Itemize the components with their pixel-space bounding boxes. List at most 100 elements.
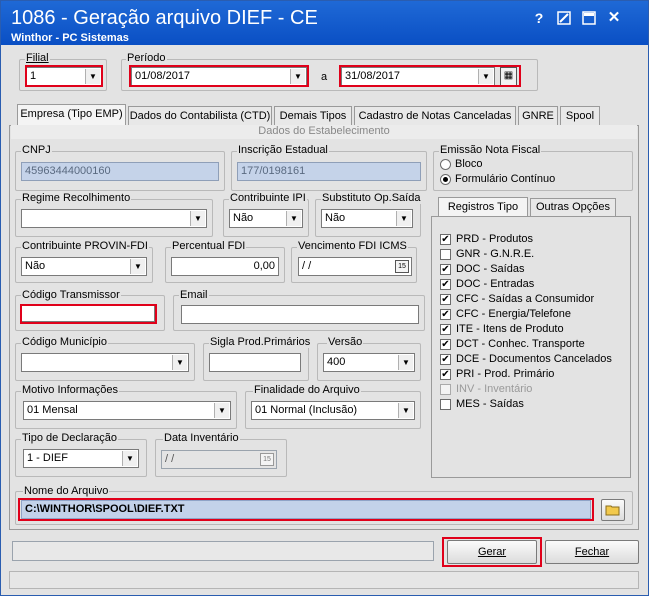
ipi-label: Contribuinte IPI <box>229 192 307 204</box>
radio-bloco[interactable] <box>440 159 451 170</box>
chevron-down-icon[interactable]: ▼ <box>286 211 301 226</box>
emissao-group <box>433 151 633 191</box>
provin-label: Contribuinte PROVIN-FDI <box>21 240 149 252</box>
chevron-down-icon[interactable]: ▼ <box>172 355 187 370</box>
email-label: Email <box>179 289 209 301</box>
fechar-button[interactable]: Fechar <box>545 540 639 564</box>
checkbox-registro[interactable]: ✔ <box>440 339 451 350</box>
substituto-select[interactable]: Não ▼ <box>321 209 413 228</box>
calendar-icon[interactable]: 15 <box>395 260 409 273</box>
window-subtitle: Winthor - PC Sistemas <box>11 32 129 44</box>
chevron-down-icon[interactable]: ▼ <box>214 403 229 418</box>
declaracao-select[interactable]: 1 - DIEF ▼ <box>23 449 139 468</box>
folder-icon[interactable] <box>601 499 625 521</box>
inscricao-label: Inscrição Estadual <box>237 144 329 156</box>
radio-bloco-label: Bloco <box>455 158 483 170</box>
checkbox-registro-label: PRD - Produtos <box>456 233 534 245</box>
checkbox-registro[interactable] <box>440 384 451 395</box>
highlight-periodo-start <box>129 65 309 87</box>
cnpj-input[interactable]: 45963444000160 <box>21 162 219 181</box>
municipio-select[interactable]: ▼ <box>21 353 189 372</box>
municipio-label: Código Município <box>21 336 108 348</box>
checkbox-registro[interactable] <box>440 399 451 410</box>
radio-formulario[interactable] <box>440 174 451 185</box>
provin-select[interactable]: Não ▼ <box>21 257 147 276</box>
status-bar <box>12 541 434 561</box>
vencimento-input[interactable]: / / 15 <box>298 257 412 276</box>
chevron-down-icon[interactable]: ▼ <box>190 211 205 226</box>
nome-arquivo-label: Nome do Arquivo <box>23 485 110 497</box>
title-bar: 1086 - Geração arquivo DIEF - CE Winthor… <box>1 1 648 45</box>
email-input[interactable] <box>181 305 419 324</box>
transmissor-label: Código Transmissor <box>21 289 121 301</box>
checkbox-registro[interactable] <box>440 249 451 260</box>
window-control-icon[interactable] <box>579 9 599 27</box>
vencimento-label: Vencimento FDI ICMS <box>297 240 408 252</box>
percentual-input[interactable]: 0,00 <box>171 257 279 276</box>
versao-label: Versão <box>327 336 364 348</box>
checkbox-registro-label: INV - Inventário <box>456 383 533 395</box>
filial-label: Filial <box>25 52 50 64</box>
checkbox-registro[interactable]: ✔ <box>440 324 451 335</box>
inventario-input[interactable]: / / 15 <box>161 450 277 469</box>
checkbox-registro[interactable]: ✔ <box>440 264 451 275</box>
main-window: 1086 - Geração arquivo DIEF - CE Winthor… <box>0 0 649 596</box>
help-button[interactable]: ? <box>529 9 549 27</box>
inscricao-input[interactable]: 177/0198161 <box>237 162 421 181</box>
substituto-label: Substituto Op.Saída <box>321 192 422 204</box>
chevron-down-icon[interactable]: ▼ <box>130 259 145 274</box>
radio-formulario-label: Formulário Contínuo <box>455 173 556 185</box>
periodo-separator: a <box>321 71 328 83</box>
regime-select[interactable]: ▼ <box>21 209 207 228</box>
tab-registros-tipo[interactable]: Registros Tipo <box>438 197 528 217</box>
chevron-down-icon[interactable]: ▼ <box>122 451 137 466</box>
tab-spool[interactable]: Spool <box>560 106 600 126</box>
sigla-input[interactable] <box>209 353 301 372</box>
checkbox-registro-label: ITE - Itens de Produto <box>456 323 564 335</box>
periodo-label: Período <box>126 52 167 64</box>
highlight-transmissor <box>20 304 157 324</box>
checkbox-registro[interactable]: ✔ <box>440 369 451 380</box>
checkbox-registro[interactable]: ✔ <box>440 234 451 245</box>
section-title: Dados do Estabelecimento <box>11 125 637 139</box>
checkbox-registro[interactable]: ✔ <box>440 354 451 365</box>
checkbox-registro-label: DCE - Documentos Cancelados <box>456 353 612 365</box>
tab-contabilista[interactable]: Dados do Contabilista (CTD) <box>128 106 272 126</box>
motivo-select[interactable]: 01 Mensal ▼ <box>23 401 231 420</box>
calendar-icon[interactable]: 15 <box>260 453 274 466</box>
finalidade-select[interactable]: 01 Normal (Inclusão) ▼ <box>251 401 415 420</box>
tab-outras-opcoes[interactable]: Outras Opções <box>530 198 616 216</box>
checkbox-registro-label: PRI - Prod. Primário <box>456 368 555 380</box>
sigla-label: Sigla Prod.Primários <box>209 336 312 348</box>
motivo-label: Motivo Informações <box>21 384 119 396</box>
checkbox-registro-label: DOC - Saídas <box>456 263 525 275</box>
checkbox-registro-label: CFC - Energia/Telefone <box>456 308 571 320</box>
regime-label: Regime Recolhimento <box>21 192 132 204</box>
close-button[interactable]: ✕ <box>604 9 624 27</box>
highlight-gerar <box>442 537 542 567</box>
highlight-nome-arquivo <box>18 498 594 521</box>
checkbox-registro[interactable]: ✔ <box>440 294 451 305</box>
chevron-down-icon[interactable]: ▼ <box>398 355 413 370</box>
tab-demais-tipos[interactable]: Demais Tipos <box>274 106 352 126</box>
finalidade-label: Finalidade do Arquivo <box>253 384 361 396</box>
checkbox-registro-label: MES - Saídas <box>456 398 524 410</box>
chevron-down-icon[interactable]: ▼ <box>398 403 413 418</box>
checkbox-registro-label: CFC - Saídas a Consumidor <box>456 293 595 305</box>
ipi-select[interactable]: Não ▼ <box>229 209 303 228</box>
tab-notas-canceladas[interactable]: Cadastro de Notas Canceladas <box>354 106 516 126</box>
cnpj-label: CNPJ <box>21 144 52 156</box>
versao-select[interactable]: 400 ▼ <box>323 353 415 372</box>
checkbox-registro-label: GNR - G.N.R.E. <box>456 248 535 260</box>
checkbox-registro[interactable]: ✔ <box>440 279 451 290</box>
checkbox-registro[interactable]: ✔ <box>440 309 451 320</box>
window-title: 1086 - Geração arquivo DIEF - CE <box>11 7 318 29</box>
declaracao-label: Tipo de Declaração <box>21 432 118 444</box>
percentual-label: Percentual FDI <box>171 240 247 252</box>
minimize-icon[interactable] <box>554 9 574 27</box>
tab-gnre[interactable]: GNRE <box>518 106 558 126</box>
bottom-status-bar <box>9 571 639 589</box>
chevron-down-icon[interactable]: ▼ <box>396 211 411 226</box>
tab-empresa[interactable]: Empresa (Tipo EMP) <box>17 104 126 126</box>
inventario-label: Data Inventário <box>163 432 240 444</box>
